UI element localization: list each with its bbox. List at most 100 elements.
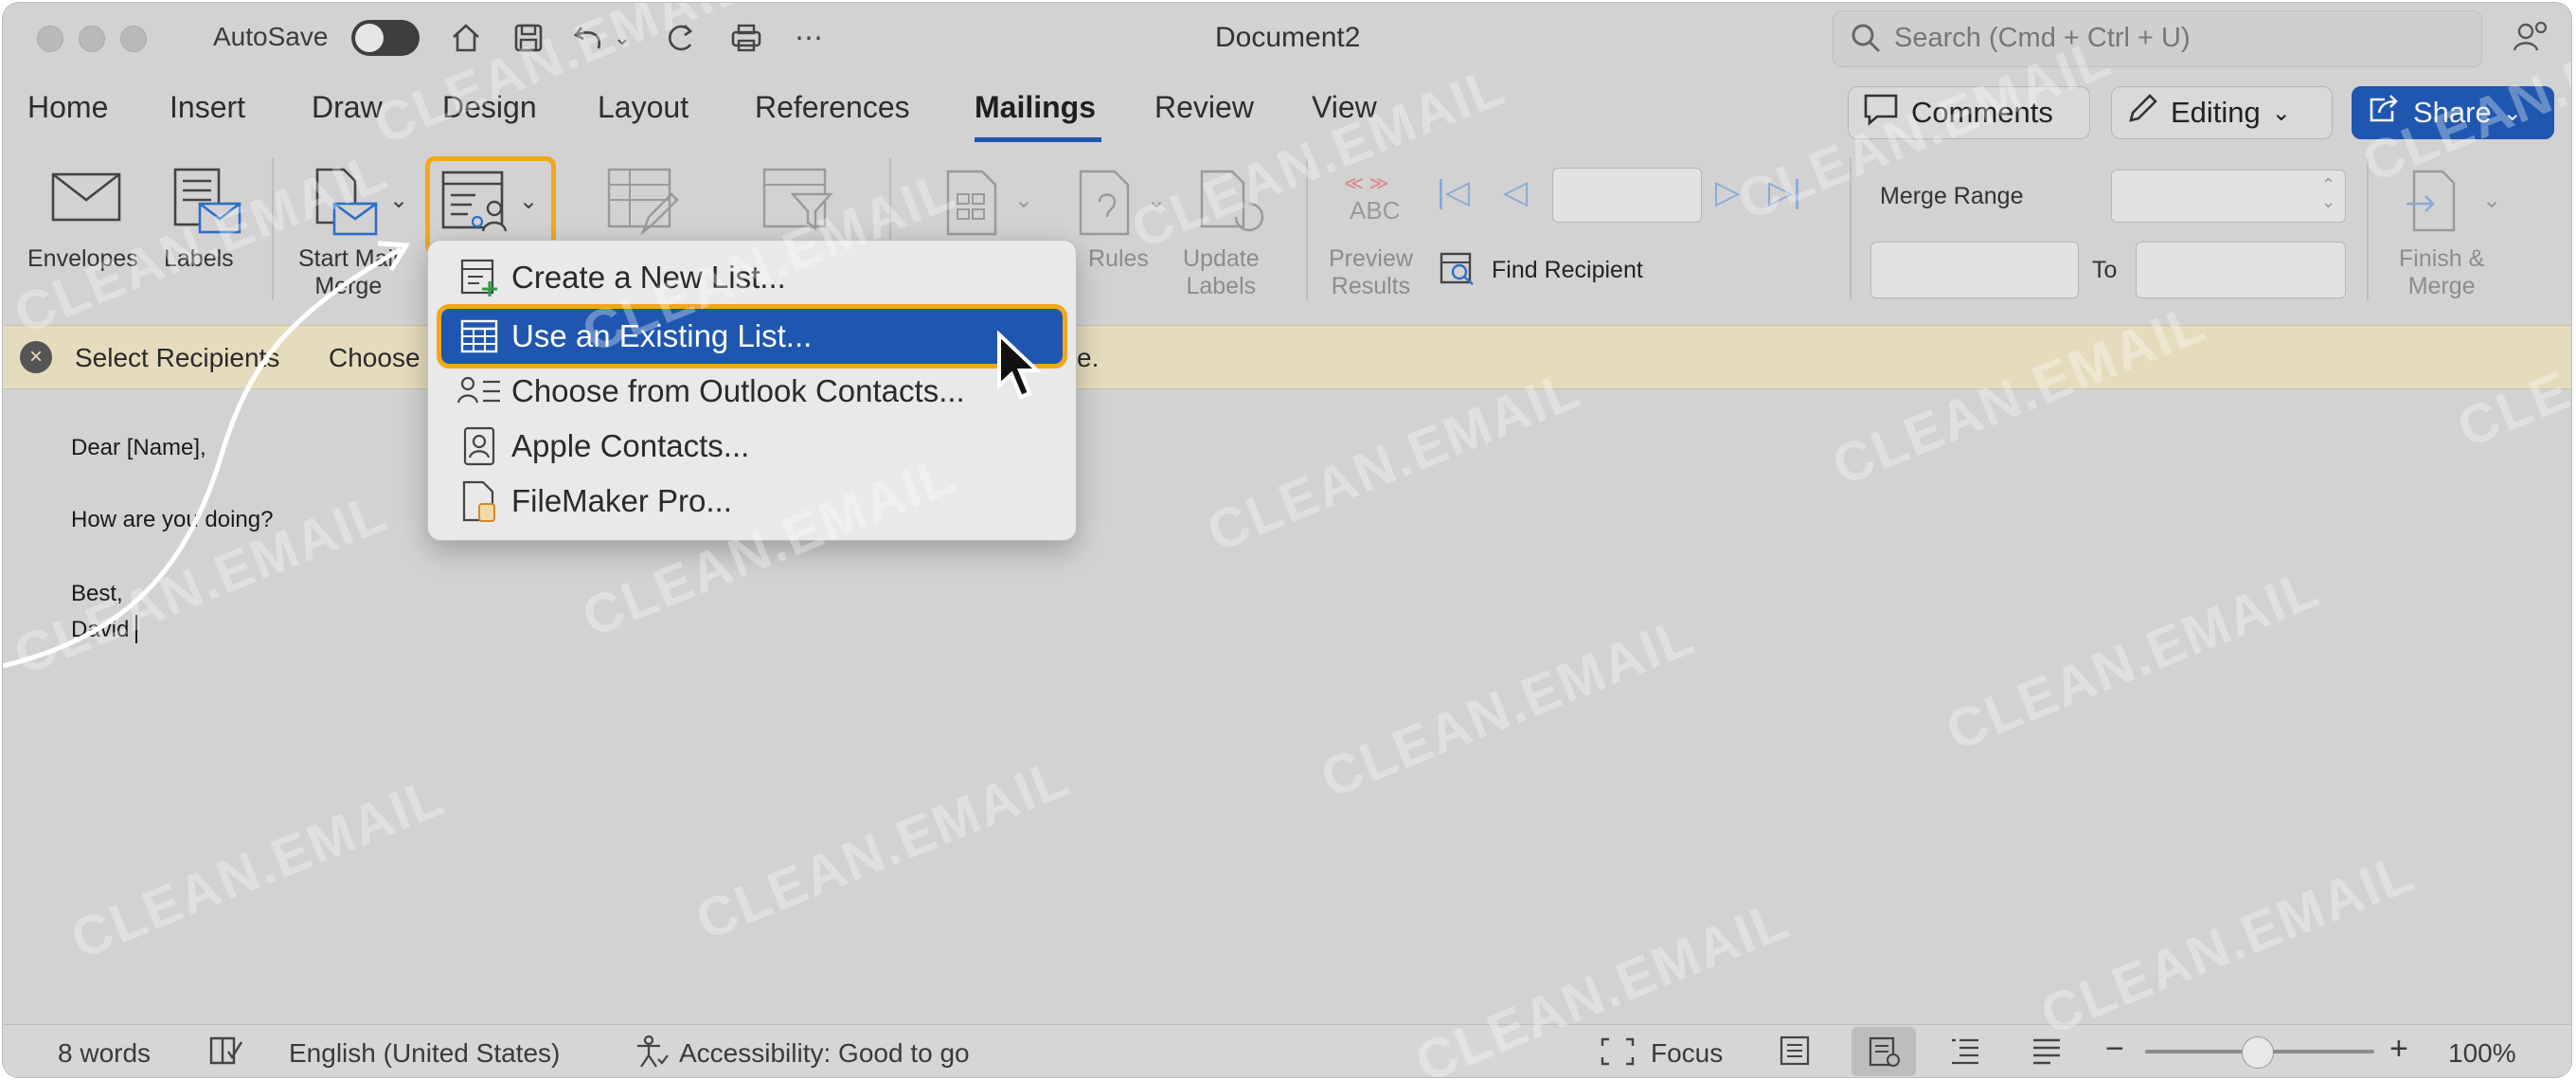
share-button[interactable]: Share ⌄ — [2352, 86, 2554, 139]
share-label: Share — [2413, 96, 2492, 129]
pencil-icon — [2125, 92, 2159, 134]
menu-item-filemaker-pro[interactable]: FileMaker Pro... — [441, 474, 1063, 529]
search-field[interactable]: Search (Cmd + Ctrl + U) — [1833, 10, 2482, 67]
new-list-icon — [456, 257, 502, 298]
tab-home[interactable]: Home — [27, 90, 108, 125]
merge-range-from-field — [1870, 242, 2079, 298]
active-tab-indicator — [975, 137, 1101, 142]
mouse-pointer-icon — [997, 331, 1043, 400]
filemaker-icon — [456, 480, 502, 522]
autosave-label: AutoSave — [213, 22, 329, 51]
merge-range-label: Merge Range — [1880, 183, 2024, 209]
menu-item-outlook-contacts[interactable]: Choose from Outlook Contacts... — [441, 364, 1063, 419]
tab-layout[interactable]: Layout — [598, 90, 689, 125]
comments-label: Comments — [1911, 96, 2053, 129]
menu-item-apple-contacts[interactable]: Apple Contacts... — [441, 419, 1063, 474]
record-number-field — [1552, 168, 1702, 223]
save-icon[interactable] — [507, 16, 550, 60]
existing-list-icon — [456, 315, 502, 357]
insert-merge-field-icon — [944, 168, 1001, 243]
last-record-icon: ▷| — [1768, 174, 1801, 210]
language[interactable]: English (United States) — [289, 1038, 560, 1069]
filter-recipients-icon — [760, 166, 836, 243]
tab-design[interactable]: Design — [442, 90, 537, 125]
editing-button[interactable]: Editing ⌄ — [2111, 86, 2333, 139]
find-recipient-label[interactable]: Find Recipient — [1492, 257, 1643, 284]
print-layout-icon — [1869, 1036, 1900, 1067]
menu-item-label: Choose from Outlook Contacts... — [511, 373, 965, 408]
preview-results-arrows-icon: ≪ ≫ — [1344, 173, 1389, 194]
accessibility-icon[interactable] — [634, 1035, 670, 1075]
redo-icon[interactable] — [658, 16, 702, 60]
chevron-down-icon: ⌄ — [2271, 99, 2291, 126]
print-layout-view-button[interactable] — [1852, 1027, 1916, 1076]
preview-results-label: Preview Results — [1329, 245, 1413, 299]
menu-item-label: FileMaker Pro... — [511, 483, 732, 518]
minimize-window-button[interactable] — [79, 26, 105, 52]
comments-button[interactable]: Comments — [1848, 86, 2090, 139]
undo-chevron-icon[interactable]: ⌄ — [611, 16, 634, 60]
word-window: AutoSave ⌄ ⋯ Document2 Search (Cmd + Ctr… — [2, 2, 2572, 1078]
finish-merge-chevron-icon: ⌄ — [2482, 188, 2502, 213]
menu-item-label: Apple Contacts... — [511, 428, 750, 463]
merge-range-to-field — [2136, 242, 2346, 298]
find-recipient-icon[interactable] — [1439, 251, 1476, 292]
rules-chevron-icon: ⌄ — [1147, 188, 1167, 213]
focus-label[interactable]: Focus — [1651, 1038, 1723, 1069]
ribbon-divider — [1306, 158, 1308, 300]
status-bar: 8 words English (United States) Accessib… — [3, 1024, 2571, 1077]
ribbon-divider — [2367, 158, 2369, 300]
focus-icon[interactable] — [1600, 1036, 1636, 1073]
tab-view[interactable]: View — [1312, 90, 1377, 125]
apple-contacts-icon — [456, 425, 502, 467]
more-options-icon[interactable]: ⋯ — [787, 16, 831, 60]
menu-item-label: Use an Existing List... — [511, 318, 813, 353]
home-icon[interactable] — [444, 16, 488, 60]
close-window-button[interactable] — [37, 26, 63, 52]
print-icon[interactable] — [724, 16, 768, 60]
tab-review[interactable]: Review — [1154, 90, 1254, 125]
rules-label: Rules — [1088, 245, 1149, 272]
to-label: To — [2092, 257, 2118, 283]
select-recipients-menu: Create a New List... Use an Existing Lis… — [427, 240, 1077, 541]
select-recipients-chevron-icon: ⌄ — [519, 189, 539, 214]
read-mode-icon[interactable] — [1778, 1035, 1812, 1073]
editing-label: Editing — [2171, 96, 2261, 129]
draft-view-icon[interactable] — [2030, 1035, 2064, 1073]
tab-references[interactable]: References — [755, 90, 910, 125]
zoom-out-button[interactable]: − — [2105, 1031, 2124, 1068]
select-recipients-icon — [439, 169, 515, 245]
zoom-in-button[interactable]: + — [2389, 1031, 2408, 1068]
accessibility-status[interactable]: Accessibility: Good to go — [679, 1038, 970, 1069]
autosave-toggle[interactable] — [351, 20, 420, 56]
zoom-window-button[interactable] — [120, 26, 147, 52]
search-icon — [1847, 19, 1885, 62]
merge-field-chevron-icon: ⌄ — [1014, 188, 1034, 213]
title-bar: AutoSave ⌄ ⋯ Document2 Search (Cmd + Ctr… — [3, 3, 2571, 77]
zoom-level[interactable]: 100% — [2448, 1038, 2516, 1069]
search-placeholder: Search (Cmd + Ctrl + U) — [1894, 23, 2191, 53]
tab-mailings[interactable]: Mailings — [975, 90, 1096, 125]
comment-icon — [1862, 92, 1900, 134]
stepper-icon: ⌃ ⌄ — [2320, 175, 2335, 211]
first-record-icon: |◁ — [1437, 174, 1470, 210]
tab-draw[interactable]: Draw — [312, 90, 383, 125]
undo-icon[interactable] — [567, 16, 611, 60]
merge-range-select: ⌃ ⌄ — [2111, 170, 2346, 223]
tab-insert[interactable]: Insert — [170, 90, 245, 125]
share-icon — [2366, 92, 2402, 134]
menu-item-create-new-list[interactable]: Create a New List... — [441, 250, 1063, 305]
menu-item-use-existing-list[interactable]: Use an Existing List... — [437, 304, 1067, 369]
next-record-icon: ▷ — [1715, 174, 1741, 210]
proofing-icon[interactable] — [207, 1035, 243, 1073]
word-count[interactable]: 8 words — [58, 1038, 151, 1069]
previous-record-icon: ◁ — [1503, 174, 1529, 210]
edit-recipient-list-icon — [605, 166, 681, 243]
zoom-slider-thumb[interactable] — [2242, 1036, 2274, 1069]
account-icon[interactable] — [2511, 18, 2552, 63]
outline-view-icon[interactable] — [1948, 1035, 1982, 1073]
chevron-down-icon: ⌄ — [2502, 99, 2522, 126]
outlook-contacts-icon — [456, 370, 502, 412]
start-mail-merge-chevron-icon[interactable]: ⌄ — [389, 187, 408, 214]
finish-merge-label: Finish & Merge — [2399, 245, 2485, 299]
